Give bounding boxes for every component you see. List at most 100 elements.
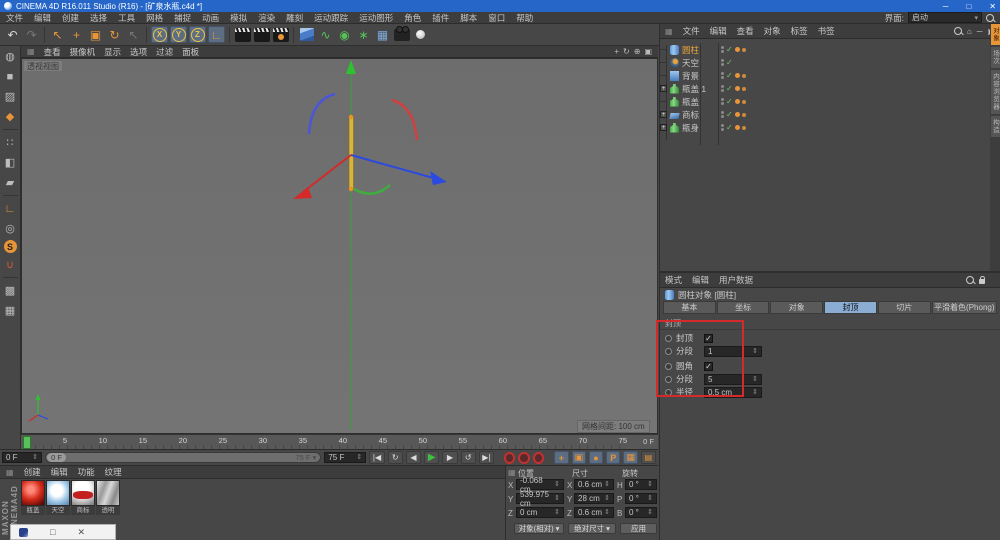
texture-tag-icon[interactable]	[735, 73, 740, 78]
tab-basic[interactable]: 基本	[663, 301, 716, 314]
object-row-cylinder[interactable]: 圆柱 ✓	[660, 43, 980, 56]
object-name[interactable]: 商标	[682, 109, 718, 121]
x-axis-lock-icon[interactable]: X	[151, 26, 168, 43]
tab-coord[interactable]: 坐标	[717, 301, 770, 314]
am-menu-edit[interactable]: 编辑	[692, 274, 709, 286]
key-rotation-icon[interactable]: ●	[589, 451, 603, 464]
object-name[interactable]: 天空	[682, 57, 718, 69]
render-view-icon[interactable]	[234, 26, 251, 43]
anim-dot-icon[interactable]	[665, 376, 672, 383]
last-tool-icon[interactable]: ↖	[125, 26, 142, 43]
redo-icon[interactable]: ↷	[23, 26, 40, 43]
enabled-check-icon[interactable]: ✓	[726, 97, 733, 106]
tab-structure[interactable]: 构造	[991, 116, 1000, 137]
autokey-icon[interactable]	[518, 452, 530, 464]
menu-animate[interactable]: 动画	[202, 12, 219, 24]
material-item[interactable]: 透明	[96, 480, 120, 515]
tab-takes[interactable]: 场次	[991, 47, 1000, 68]
workplane-mode-icon[interactable]: ▦	[2, 302, 19, 319]
am-menu-userdata[interactable]: 用户数据	[719, 274, 753, 286]
caps-checkbox[interactable]: ✓	[704, 334, 713, 343]
viewport-menu-display[interactable]: 显示	[104, 46, 121, 58]
key-position-icon[interactable]: +	[554, 451, 568, 464]
close-button[interactable]: ✕	[77, 527, 85, 538]
om-menu-tag[interactable]: 标签	[791, 25, 808, 37]
texture-tag-icon[interactable]	[735, 99, 740, 104]
workplane-icon[interactable]: ◆	[2, 108, 19, 125]
om-menu-file[interactable]: 文件	[683, 25, 700, 37]
axis-mode-icon[interactable]: ∟	[2, 200, 19, 217]
tag-icon[interactable]	[742, 48, 746, 52]
menu-create[interactable]: 创建	[62, 12, 79, 24]
material-menu-texture[interactable]: 纹理	[105, 466, 122, 478]
expand-icon[interactable]: +	[660, 85, 667, 92]
move-tool-icon[interactable]: +	[68, 26, 85, 43]
anim-dot-icon[interactable]	[665, 389, 672, 396]
toggle-layout-icon[interactable]: ▣	[644, 47, 652, 56]
texture-tag-icon[interactable]	[735, 47, 740, 52]
minimize-panel-icon[interactable]: ─	[977, 27, 983, 36]
timeline-playhead[interactable]	[23, 436, 31, 449]
tag-icon[interactable]	[742, 74, 746, 78]
size-mode-dropdown[interactable]: 绝对尺寸▾	[568, 523, 616, 534]
add-light-icon[interactable]	[412, 26, 429, 43]
am-menu-mode[interactable]: 模式	[665, 274, 682, 286]
menu-select[interactable]: 选择	[90, 12, 107, 24]
material-menu-function[interactable]: 功能	[78, 466, 95, 478]
material-thumbnail-brand[interactable]	[71, 480, 95, 506]
tag-icon[interactable]	[742, 126, 746, 130]
record-active-objects-icon[interactable]	[504, 452, 516, 464]
menu-help[interactable]: 帮助	[516, 12, 533, 24]
undo-icon[interactable]: ↶	[4, 26, 21, 43]
frame-range-slider[interactable]: 0 F 75 F ▾	[45, 452, 321, 463]
rot-h-field[interactable]: 0 °⇕	[625, 479, 657, 490]
apply-button[interactable]: 应用	[620, 523, 657, 534]
timeline-window-icon[interactable]: ▤	[641, 451, 656, 464]
menu-snap[interactable]: 捕捉	[174, 12, 191, 24]
scale-tool-icon[interactable]: ▣	[87, 26, 104, 43]
key-parameter-icon[interactable]: P	[606, 451, 620, 464]
material-item[interactable]: 天空	[46, 480, 70, 515]
zoom-view-icon[interactable]: ⊕	[634, 47, 641, 56]
enabled-check-icon[interactable]: ✓	[726, 45, 733, 54]
tab-object[interactable]: 对象	[770, 301, 823, 314]
key-pla-icon[interactable]: ▦	[623, 451, 637, 464]
caps-section-header[interactable]: 封顶	[660, 317, 1000, 330]
play-icon[interactable]: ▶	[424, 451, 439, 464]
tab-caps[interactable]: 封顶	[824, 301, 877, 314]
prev-frame-icon[interactable]: ◀	[406, 451, 421, 464]
search-icon[interactable]	[986, 14, 994, 22]
om-menu-object[interactable]: 对象	[764, 25, 781, 37]
pos-y-field[interactable]: 539.975 cm⇕	[516, 493, 564, 504]
loop-icon[interactable]: ↻	[388, 451, 403, 464]
enabled-check-icon[interactable]: ✓	[726, 123, 733, 132]
menu-mograph[interactable]: 运动图形	[359, 12, 393, 24]
menu-window[interactable]: 窗口	[488, 12, 505, 24]
texture-mode-icon[interactable]: ▨	[2, 88, 19, 105]
object-row-body[interactable]: + 瓶身 ✓	[660, 121, 980, 134]
om-menu-view[interactable]: 查看	[737, 25, 754, 37]
cap-segments-field[interactable]: 1⇕	[704, 346, 762, 357]
texture-tag-icon[interactable]	[735, 125, 740, 130]
fillet-segments-field[interactable]: 5⇕	[704, 374, 762, 385]
maximize-button[interactable]: □	[966, 2, 971, 11]
add-spline-icon[interactable]: ∿	[317, 26, 334, 43]
enabled-check-icon[interactable]: ✓	[726, 58, 733, 67]
render-settings-icon[interactable]	[272, 26, 289, 43]
viewport-menu-panel[interactable]: 面板	[182, 46, 199, 58]
maximize-button[interactable]: □	[50, 527, 55, 537]
rotate-view-icon[interactable]: ↻	[623, 47, 630, 56]
material-item[interactable]: 瓶盖	[21, 480, 45, 515]
rot-b-field[interactable]: 0 °⇕	[625, 507, 657, 518]
close-button[interactable]: ✕	[989, 2, 996, 11]
tab-slice[interactable]: 切片	[878, 301, 931, 314]
edges-mode-icon[interactable]: ◧	[2, 154, 19, 171]
viewport-menu-view[interactable]: 查看	[44, 46, 61, 58]
anim-dot-icon[interactable]	[665, 335, 672, 342]
menu-motion-tracker[interactable]: 运动跟踪	[314, 12, 348, 24]
material-menu-create[interactable]: 创建	[24, 466, 41, 478]
material-item[interactable]: 商标	[71, 480, 95, 515]
tab-content-browser[interactable]: 内容浏览器	[991, 70, 1000, 114]
menu-plugins[interactable]: 插件	[432, 12, 449, 24]
viewport-menu-filter[interactable]: 过滤	[156, 46, 173, 58]
